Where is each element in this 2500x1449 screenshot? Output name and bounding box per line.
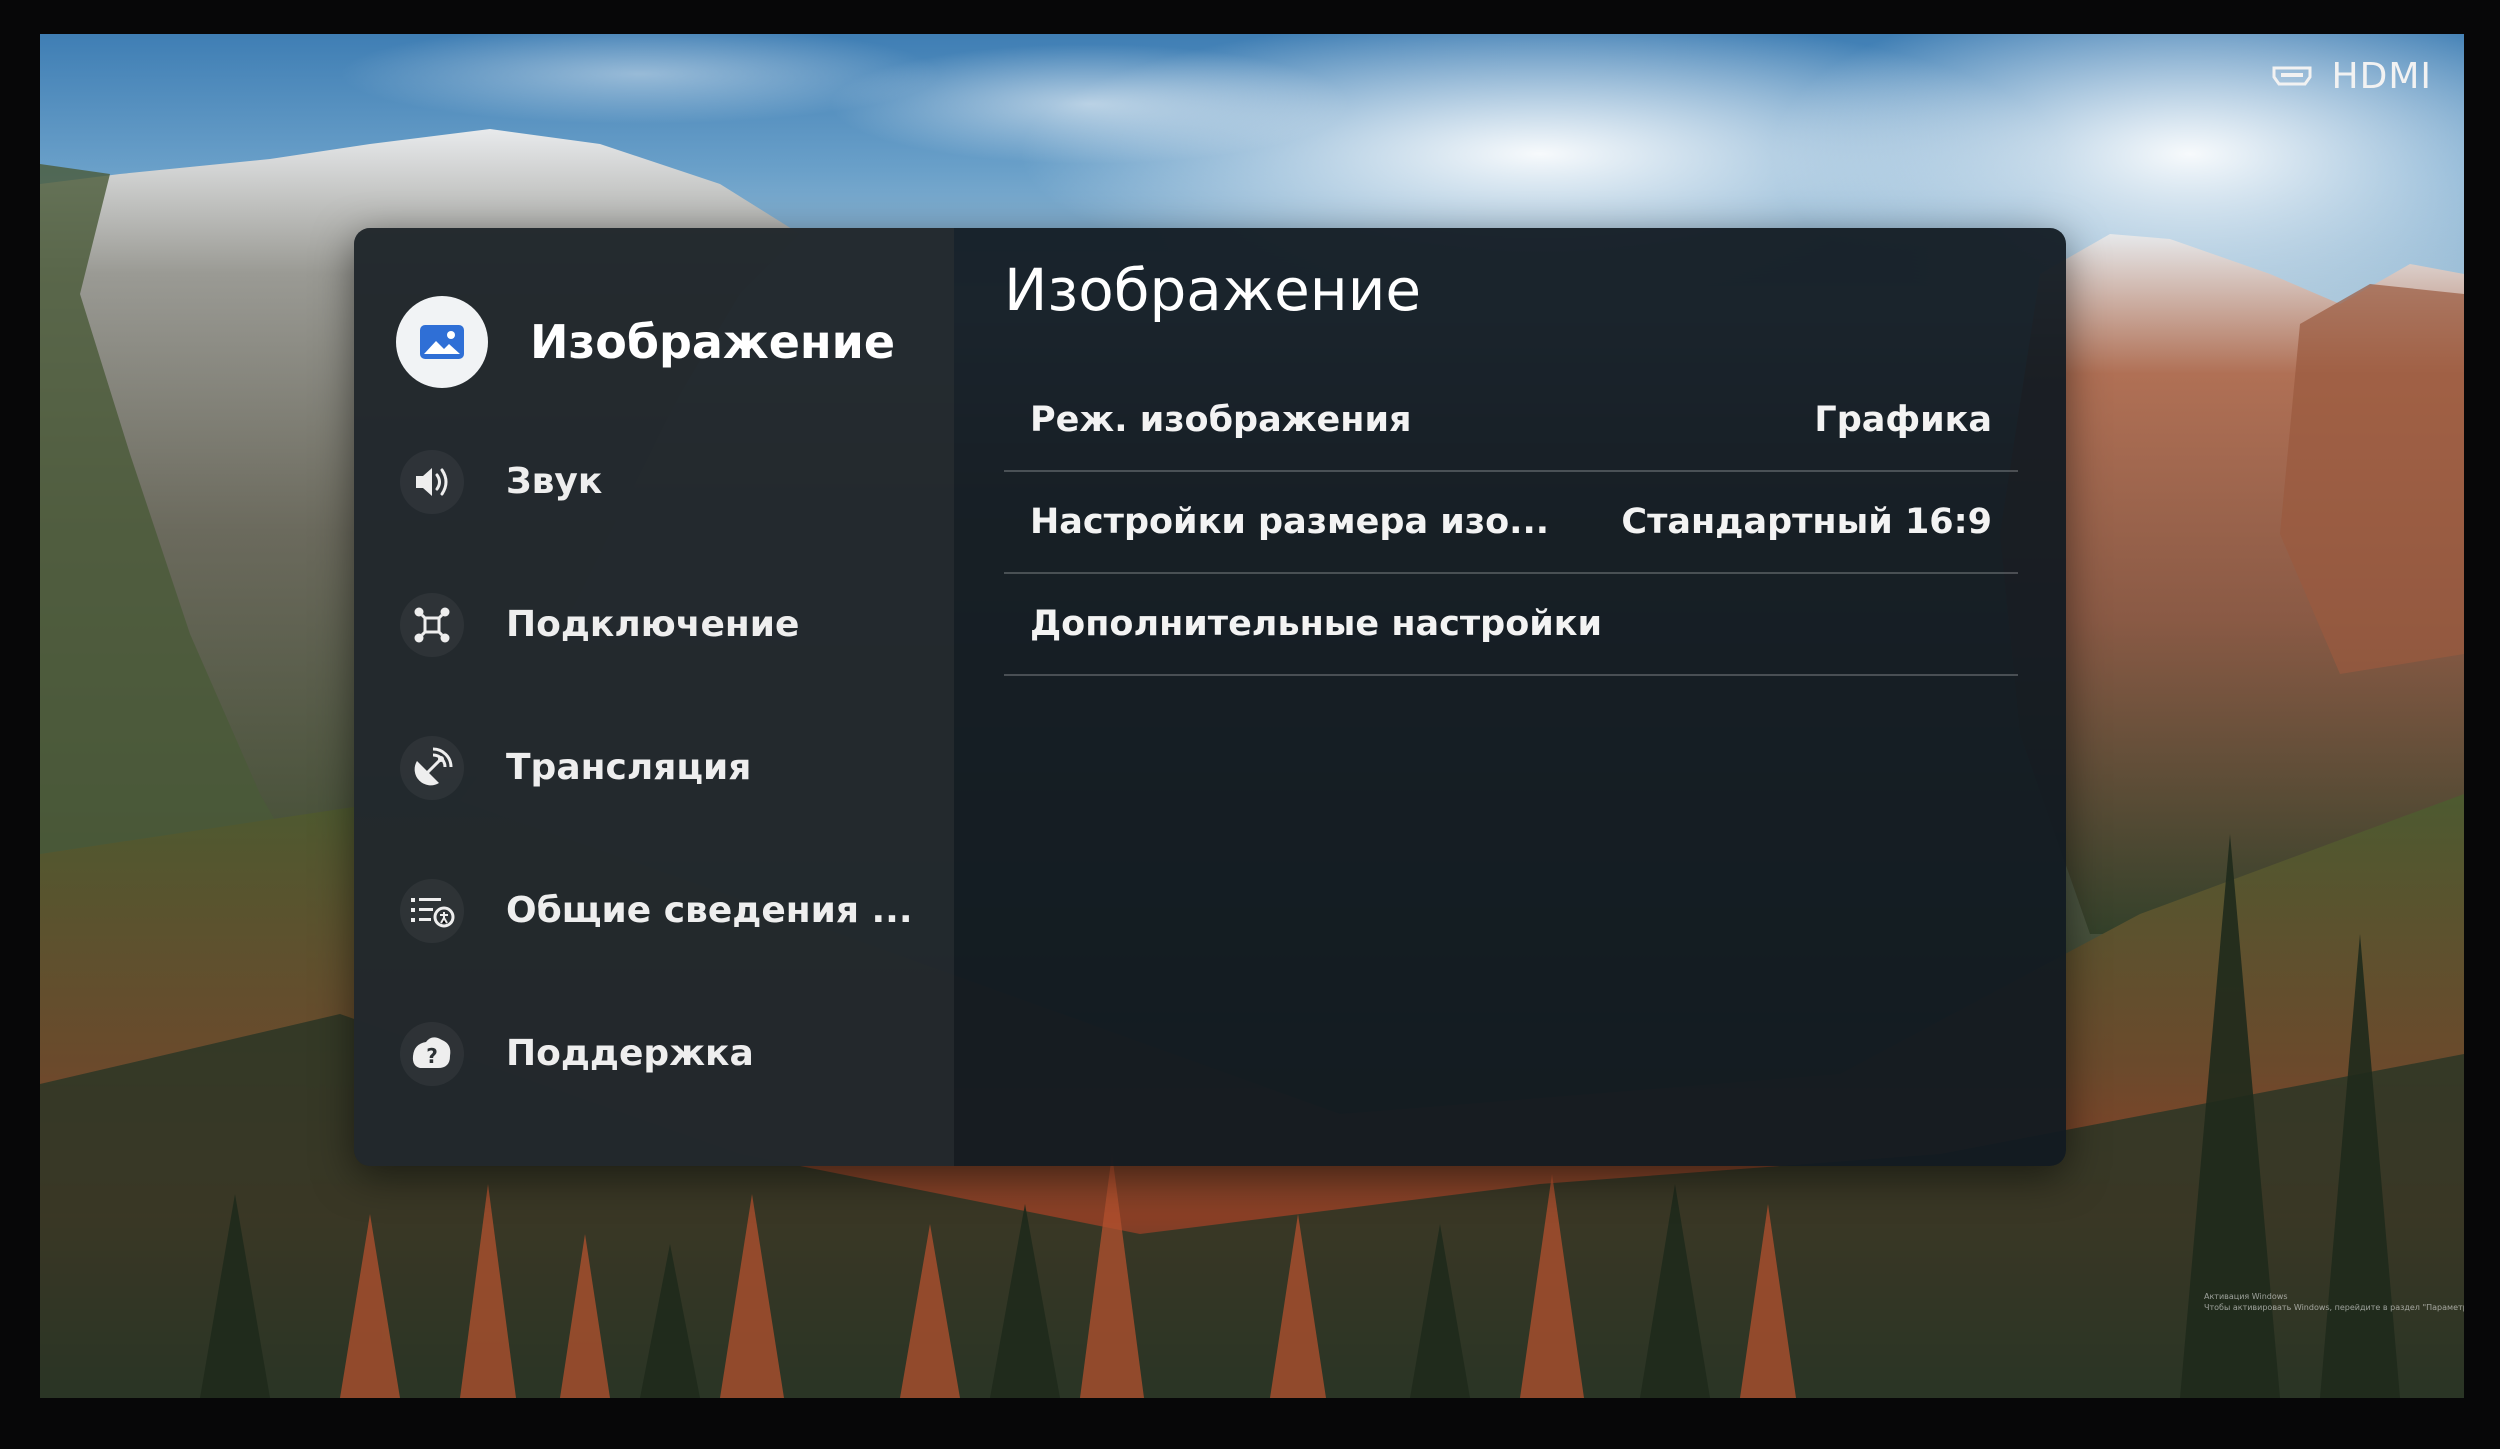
sidebar-item-general[interactable]: Общие сведения ... [354,839,954,982]
sidebar-item-connection[interactable]: Подключение [354,553,954,696]
page-title: Изображение [1004,256,1422,324]
input-source-label: HDMI [2331,55,2432,97]
input-source-indicator: HDMI [2272,55,2432,97]
sidebar-item-label: Подключение [506,604,800,645]
windows-activation-watermark: Активация Windows Чтобы активировать Win… [2204,1291,2464,1313]
sidebar-item-label: Поддержка [506,1033,754,1074]
watermark-line-1: Активация Windows [2204,1292,2288,1301]
picture-icon [396,296,488,388]
row-label: Реж. изображения [1030,400,1412,440]
sidebar-item-label: Общие сведения ... [506,890,913,931]
sidebar-item-picture[interactable]: Изображение [354,274,954,410]
hdmi-icon [2272,66,2312,86]
settings-panel: Изображение Звук Подключение Трансляция … [354,228,2066,1166]
connection-icon [400,592,464,657]
picture-size-row[interactable]: Настройки размера изо... Стандартный 16:… [1004,472,2018,574]
advanced-settings-row[interactable]: Дополнительные настройки [1004,574,2018,676]
sidebar-item-broadcast[interactable]: Трансляция [354,696,954,839]
row-value: Графика [1814,400,1992,440]
svg-text:?: ? [426,1044,438,1068]
row-value: Стандартный 16:9 [1621,502,1992,542]
broadcast-icon [400,735,464,800]
watermark-line-2: Чтобы активировать Windows, перейдите в … [2204,1303,2464,1312]
sidebar-item-label: Изображение [530,315,896,369]
support-question-icon: ? [400,1021,464,1086]
picture-mode-row[interactable]: Реж. изображения Графика [1004,370,2018,472]
sidebar-item-support[interactable]: ? Поддержка [354,982,954,1125]
general-list-icon [400,878,464,943]
row-label: Настройки размера изо... [1030,502,1550,542]
row-label: Дополнительные настройки [1030,604,1603,644]
sidebar-item-label: Трансляция [506,747,752,788]
picture-settings-content: Изображение Реж. изображения Графика Нас… [954,228,2066,1166]
sidebar-item-label: Звук [506,461,603,502]
sidebar-item-sound[interactable]: Звук [354,410,954,553]
speaker-icon [400,449,464,514]
settings-sidebar: Изображение Звук Подключение Трансляция … [354,228,954,1166]
